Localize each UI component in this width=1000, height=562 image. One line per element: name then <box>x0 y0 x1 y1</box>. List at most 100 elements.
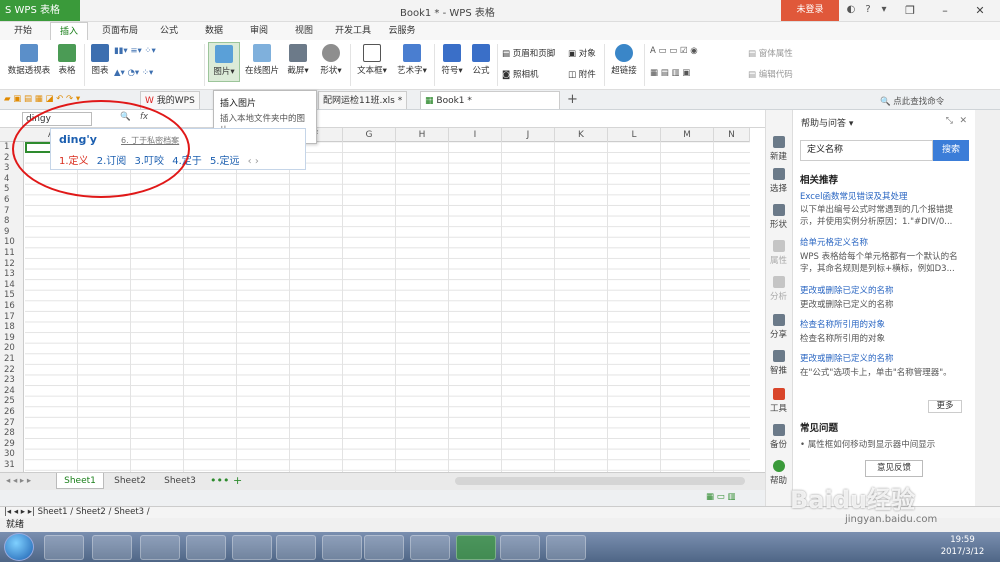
tab-cloud[interactable]: 云服务 <box>382 22 422 40</box>
shapes-button[interactable]: 形状▾ <box>317 42 345 76</box>
tab-formula[interactable]: 公式 <box>150 22 188 40</box>
row-header[interactable]: 7 <box>0 206 24 217</box>
taskbar-app-icon[interactable] <box>186 535 226 560</box>
picture-button[interactable]: 图片▾ <box>208 42 240 82</box>
row-header[interactable]: 9 <box>0 227 24 238</box>
help-search-input[interactable]: 定义名称 <box>800 140 933 161</box>
row-header[interactable]: 17 <box>0 312 24 323</box>
row-header[interactable]: 21 <box>0 354 24 365</box>
taskbar-excel-icon[interactable] <box>500 535 540 560</box>
tab-home[interactable]: 开始 <box>4 22 42 40</box>
sidebar-backup[interactable]: 备份 <box>765 424 792 450</box>
ime-candidate-popup[interactable]: ding'y 6. 丁于私密档案 1.定义 2.订阅 3.叮咬 4.定于 5.定… <box>50 128 306 170</box>
sidebar-help[interactable]: 帮助 <box>765 460 792 486</box>
tab-view[interactable]: 视图 <box>285 22 323 40</box>
sidebar-tools[interactable]: 工具 <box>765 388 792 414</box>
start-button[interactable] <box>4 533 34 561</box>
ime-candidate[interactable]: 2.订阅 <box>97 156 127 167</box>
column-header[interactable]: G <box>343 128 396 142</box>
form-controls-row2[interactable]: ▦ ▤ ▥ ▣ <box>650 68 690 78</box>
help-link[interactable]: 更改或删除已定义的名称 <box>800 352 894 364</box>
system-clock[interactable]: 19:59 2017/3/12 <box>935 534 990 558</box>
dropdown-icon[interactable]: ▾ <box>878 4 890 16</box>
function-icon[interactable]: fx <box>140 112 148 122</box>
row-header[interactable]: 12 <box>0 259 24 270</box>
ime-candidate[interactable]: 4.定于 <box>172 156 202 167</box>
help-link[interactable]: 更改或删除已定义的名称 <box>800 284 894 296</box>
restore-icon[interactable]: ❐ <box>895 0 925 21</box>
ime-candidate[interactable]: 3.叮咬 <box>134 156 164 167</box>
camera-button[interactable]: ◙ 照相机 <box>502 68 538 80</box>
chart-button[interactable]: 图表 <box>88 42 112 76</box>
tab-file-xls[interactable]: 配网运检11班.xls * <box>318 91 408 109</box>
row-header[interactable]: 3 <box>0 163 24 174</box>
row-header[interactable]: 16 <box>0 301 24 312</box>
taskbar-app-icon[interactable] <box>140 535 180 560</box>
ime-candidate[interactable]: 5.定远 <box>210 156 240 167</box>
row-header[interactable]: 29 <box>0 439 24 450</box>
table-button[interactable]: 表格 <box>55 42 79 76</box>
pin-icon[interactable]: ⤡ <box>946 116 953 126</box>
header-footer-button[interactable]: ▤ 页眉和页脚 <box>502 47 555 59</box>
taskbar-wps-icon[interactable] <box>456 535 496 560</box>
cell-grid[interactable] <box>25 142 750 472</box>
help-search-button[interactable]: 搜索 <box>933 140 969 161</box>
row-header[interactable]: 5 <box>0 184 24 195</box>
close-icon[interactable]: ✕ <box>959 116 967 126</box>
close-button[interactable]: ✕ <box>965 0 995 21</box>
form-controls-row1[interactable]: A ▭ ▭ ☑ ◉ <box>650 46 698 56</box>
hyperlink-button[interactable]: 超链接 <box>608 42 640 76</box>
tab-data[interactable]: 数据 <box>195 22 233 40</box>
tab-my-wps[interactable]: W 我的WPS <box>140 91 200 109</box>
row-header[interactable]: 2 <box>0 153 24 164</box>
attachment-button[interactable]: ◫ 附件 <box>568 68 596 80</box>
row-header[interactable]: 11 <box>0 248 24 259</box>
feedback-button[interactable]: 意见反馈 <box>865 460 923 477</box>
name-box[interactable]: dingy <box>22 112 92 126</box>
minimize-button[interactable]: – <box>930 0 960 21</box>
row-header[interactable]: 28 <box>0 428 24 439</box>
column-header[interactable]: H <box>396 128 449 142</box>
taskbar-chrome-icon[interactable] <box>410 535 450 560</box>
symbol-button[interactable]: 符号▾ <box>438 42 466 76</box>
edit-code-button[interactable]: ▤ 编辑代码 <box>748 68 793 80</box>
add-sheet-button[interactable]: ••• + <box>210 474 242 487</box>
sidebar-properties[interactable]: 属性 <box>765 240 792 266</box>
tab-insert[interactable]: 插入 <box>50 22 88 40</box>
row-header[interactable]: 30 <box>0 449 24 460</box>
tab-book1[interactable]: ▦ Book1 * <box>420 91 560 109</box>
row-header[interactable]: 13 <box>0 269 24 280</box>
tab-developer[interactable]: 开发工具 <box>328 22 378 40</box>
row-header[interactable]: 18 <box>0 322 24 333</box>
taskbar-calc-icon[interactable] <box>322 535 362 560</box>
sheet-tab-1[interactable]: Sheet1 <box>56 473 104 489</box>
sheet-tab-3[interactable]: Sheet3 <box>156 473 204 489</box>
row-header[interactable]: 22 <box>0 365 24 376</box>
screenshot-button[interactable]: 截屏▾ <box>284 42 312 76</box>
row-header[interactable]: 25 <box>0 396 24 407</box>
taskbar-qq-icon[interactable] <box>232 535 272 560</box>
row-header[interactable]: 1 <box>0 142 24 153</box>
column-header[interactable]: N <box>714 128 750 142</box>
pane-title[interactable]: 帮助与问答 ▾ <box>801 116 853 129</box>
login-button[interactable]: 未登录 <box>781 0 839 21</box>
view-mode-buttons[interactable]: ▦ ▭ ▥ <box>706 492 736 502</box>
row-header[interactable]: 8 <box>0 216 24 227</box>
taskbar-ie-icon[interactable] <box>364 535 404 560</box>
textbox-button[interactable]: 文本框▾ <box>354 42 390 76</box>
window-properties-button[interactable]: ▤ 窗体属性 <box>748 47 793 59</box>
row-header[interactable]: 4 <box>0 174 24 185</box>
new-tab-button[interactable]: + <box>567 92 578 107</box>
row-header[interactable]: 23 <box>0 375 24 386</box>
find-command[interactable]: 🔍 点此查找命令 <box>880 95 944 107</box>
sidebar-select[interactable]: 选择 <box>765 168 792 194</box>
wordart-button[interactable]: 艺术字▾ <box>394 42 430 76</box>
ime-candidate[interactable]: 1.定义 <box>59 156 89 167</box>
taskbar-explorer-icon[interactable] <box>44 535 84 560</box>
help-icon[interactable]: ? <box>862 4 874 16</box>
column-header[interactable]: K <box>555 128 608 142</box>
object-button[interactable]: ▣ 对象 <box>568 47 596 59</box>
column-header[interactable]: J <box>502 128 555 142</box>
sheet-tab-2[interactable]: Sheet2 <box>106 473 154 489</box>
row-header[interactable]: 14 <box>0 280 24 291</box>
